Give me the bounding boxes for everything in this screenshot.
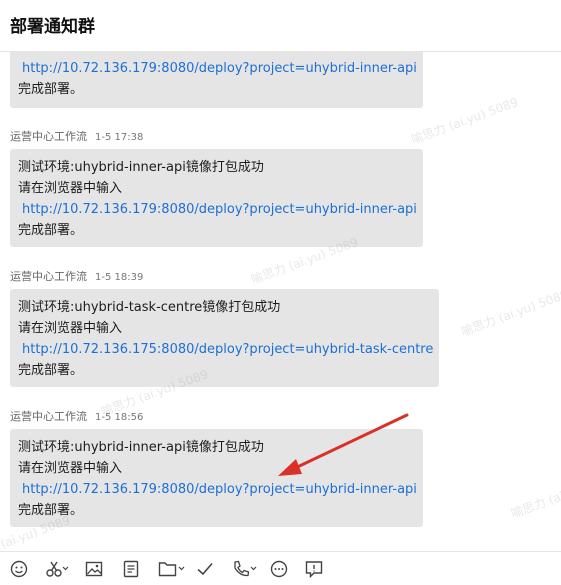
sender-name[interactable]: 运营中心工作流 (10, 270, 87, 283)
scissors-icon[interactable] (45, 560, 69, 578)
message-text: 完成部署。 (18, 82, 84, 97)
message-meta: 运营中心工作流 1-5 17:38 (10, 128, 143, 144)
watermark: 喻思力 (ai.yu) 5089 (459, 287, 561, 339)
message-time: 1-5 17:38 (95, 132, 144, 143)
image-icon[interactable] (85, 560, 103, 578)
message-text: 请在浏览器中输入 (18, 181, 123, 196)
group-title: 部署通知群 (10, 17, 95, 37)
watermark: 喻思力 (ai.yu) 5089 (509, 469, 561, 521)
phone-icon[interactable] (232, 560, 258, 578)
sender-name[interactable]: 运营中心工作流 (10, 130, 87, 143)
more-icon[interactable] (270, 560, 288, 578)
check-icon[interactable] (196, 560, 214, 578)
message-text: 请在浏览器中输入 (18, 321, 123, 336)
message-bubble: 测试环境:uhybrid-inner-api镜像打包成功 请在浏览器中输入 ht… (10, 429, 423, 527)
deploy-link[interactable]: http://10.72.136.179:8080/deploy?project… (18, 199, 417, 220)
message-text: 测试环境:uhybrid-inner-api镜像打包成功 (18, 160, 264, 175)
message-meta: 运营中心工作流 1-5 18:39 (10, 268, 143, 284)
message-text: 测试环境:uhybrid-task-centre镜像打包成功 (18, 300, 281, 315)
deploy-link[interactable]: http://10.72.136.179:8080/deploy?project… (18, 479, 417, 500)
watermark: 喻思力 (ai.yu) 5089 (409, 95, 520, 147)
message-text: 测试环境:uhybrid-inner-api镜像打包成功 (18, 440, 264, 455)
document-icon[interactable] (122, 560, 140, 578)
deploy-link[interactable]: http://10.72.136.179:8080/deploy?project… (18, 58, 417, 79)
message-list[interactable]: http://10.72.136.179:8080/deploy?project… (0, 52, 561, 551)
message-bubble: 测试环境:uhybrid-inner-api镜像打包成功 请在浏览器中输入 ht… (10, 149, 423, 247)
message-icon[interactable] (305, 560, 323, 578)
message-text: 完成部署。 (18, 223, 84, 238)
deploy-link[interactable]: http://10.72.136.175:8080/deploy?project… (18, 339, 433, 360)
emoji-icon[interactable] (10, 560, 28, 578)
message-bubble: 测试环境:uhybrid-task-centre镜像打包成功 请在浏览器中输入 … (10, 289, 439, 387)
message-bubble: http://10.72.136.179:8080/deploy?project… (10, 52, 423, 108)
message-text: 完成部署。 (18, 363, 84, 378)
folder-icon[interactable] (158, 560, 186, 578)
sender-name[interactable]: 运营中心工作流 (10, 410, 87, 423)
message-time: 1-5 18:56 (95, 412, 144, 423)
message-text: 完成部署。 (18, 503, 84, 518)
message-text: 请在浏览器中输入 (18, 461, 123, 476)
chat-header: 部署通知群 (0, 0, 561, 52)
message-meta: 运营中心工作流 1-5 18:56 (10, 408, 143, 424)
input-toolbar (0, 551, 561, 585)
message-time: 1-5 18:39 (95, 272, 144, 283)
